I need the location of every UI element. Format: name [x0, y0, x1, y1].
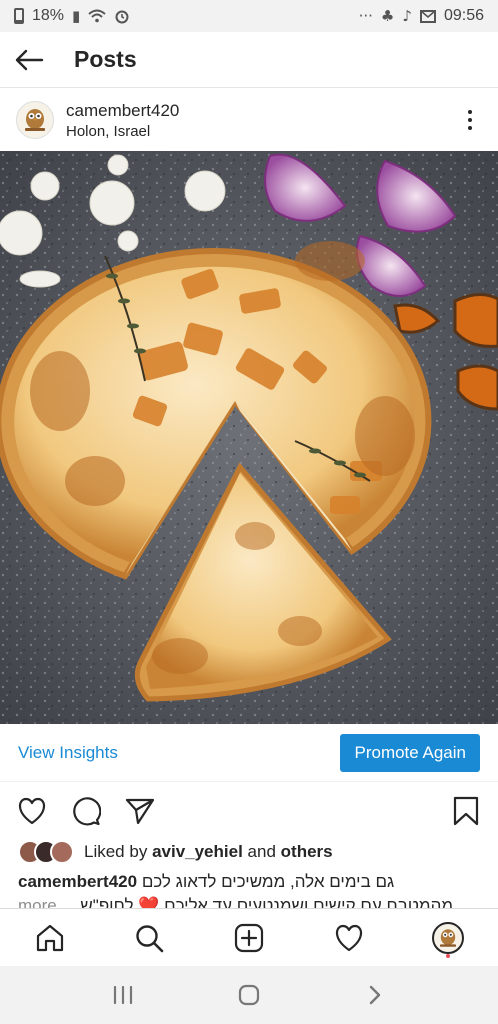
bookmark-icon — [453, 796, 479, 826]
likes-others[interactable]: others — [281, 842, 333, 862]
tiktok-icon: ♪ — [402, 7, 412, 25]
add-post-icon — [234, 923, 264, 952]
likes-prefix: Liked by — [84, 842, 148, 861]
mail-icon — [419, 9, 436, 23]
insights-row: View Insights Promote Again — [0, 724, 498, 782]
post-actions-left — [16, 795, 450, 827]
share-button[interactable] — [124, 795, 156, 827]
quiche-photo-image — [0, 151, 498, 724]
chevron-right-icon — [369, 985, 381, 1005]
comment-icon — [73, 797, 101, 826]
dot — [468, 110, 472, 114]
tab-home[interactable] — [28, 916, 72, 960]
dot — [468, 126, 472, 130]
user-avatar[interactable] — [16, 101, 54, 139]
heart-icon — [18, 797, 46, 825]
owl-logo-icon — [440, 928, 457, 947]
comment-button[interactable] — [70, 795, 102, 827]
liker-avatars — [18, 840, 74, 864]
likes-and: and — [247, 842, 276, 861]
back-button[interactable] — [14, 44, 46, 76]
post-location[interactable]: Holon, Israel — [66, 123, 458, 140]
status-right: ··· ♣ ♪ 09:56 — [359, 7, 484, 25]
home-circle-icon — [238, 984, 260, 1006]
alarm-icon — [115, 10, 129, 24]
like-button[interactable] — [16, 795, 48, 827]
tab-new-post[interactable] — [227, 916, 271, 960]
caption-text-1: גם בימים אלה, ממשיכים לדאוג לכם — [141, 872, 395, 891]
status-left: 18% ▮ — [14, 7, 130, 25]
owl-logo-icon — [25, 109, 45, 131]
promote-again-button[interactable]: Promote Again — [340, 733, 480, 772]
post-header: camembert420 Holon, Israel — [0, 89, 498, 151]
post-options-button[interactable] — [458, 105, 482, 135]
system-navigation-bar — [0, 966, 498, 1024]
notification-dot — [446, 953, 451, 958]
post-username[interactable]: camembert420 — [66, 101, 458, 121]
wifi-icon — [88, 9, 106, 23]
post-actions — [0, 790, 498, 832]
profile-avatar — [432, 921, 465, 954]
tab-search[interactable] — [127, 916, 171, 960]
overflow-dots-icon: ··· — [358, 7, 373, 25]
status-bar: 18% ▮ ··· ♣ ♪ 09:56 — [0, 0, 498, 32]
post-photo[interactable] — [0, 151, 498, 724]
post-caption: camembert420 גם בימים אלה, ממשיכים לדאוג… — [0, 870, 498, 910]
liker-avatar — [50, 840, 74, 864]
recent-apps-icon — [113, 985, 133, 1005]
bottom-tab-bar — [0, 908, 498, 966]
signal-icon: ▮ — [72, 7, 81, 25]
page-title: Posts — [74, 46, 137, 72]
home-system-button[interactable] — [229, 975, 269, 1015]
battery-level: 18% — [32, 7, 65, 24]
caption-line-1: camembert420 גם בימים אלה, ממשיכים לדאוג… — [18, 870, 480, 894]
tab-profile[interactable] — [426, 916, 470, 960]
recent-apps-button[interactable] — [103, 975, 143, 1015]
arrow-left-icon — [15, 49, 44, 70]
view-insights-link[interactable]: View Insights — [18, 743, 118, 763]
user-info: camembert420 Holon, Israel — [66, 101, 458, 140]
back-system-button[interactable] — [355, 975, 395, 1015]
heart-icon — [335, 924, 362, 951]
liker-username[interactable]: aviv_yehiel — [152, 842, 243, 862]
battery-icon — [14, 8, 24, 24]
caption-username[interactable]: camembert420 — [18, 872, 137, 891]
tab-activity[interactable] — [327, 916, 371, 960]
likes-summary[interactable]: Liked by aviv_yehiel and others — [0, 838, 498, 866]
home-icon — [36, 924, 63, 951]
top-app-bar: Posts — [0, 32, 498, 88]
clock: 09:56 — [443, 7, 484, 24]
dot — [468, 118, 472, 122]
search-icon — [136, 924, 164, 952]
save-button[interactable] — [450, 795, 482, 827]
app-notification-icon: ♣ — [380, 7, 395, 25]
send-icon — [125, 798, 155, 825]
